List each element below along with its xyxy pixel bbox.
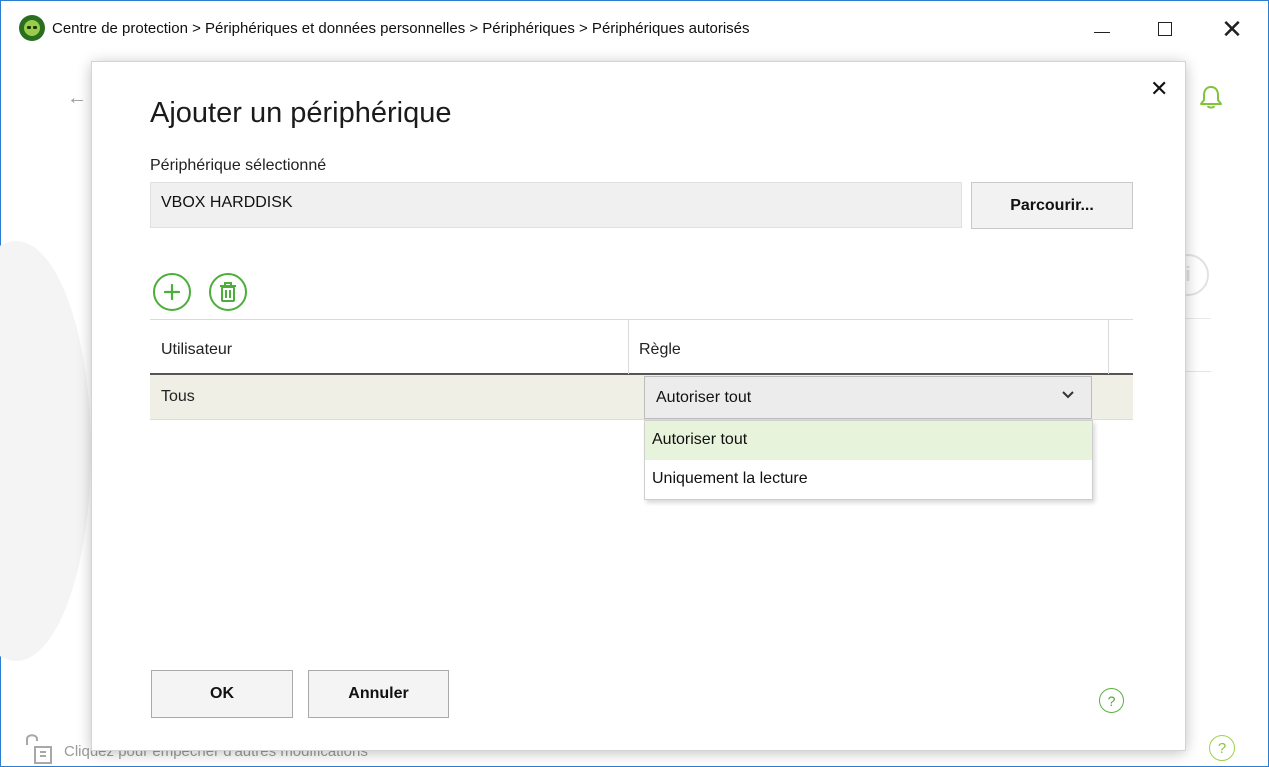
cancel-button[interactable]: Annuler xyxy=(308,670,449,718)
plus-icon xyxy=(163,283,181,301)
rules-table: Utilisateur Règle Tous Autoriser tout xyxy=(150,319,1133,420)
main-window: Centre de protection > Périphériques et … xyxy=(0,0,1269,767)
chevron-down-icon xyxy=(1062,391,1074,399)
rule-dropdown-menu: Autoriser tout Uniquement la lecture xyxy=(644,420,1093,500)
dialog-title: Ajouter un périphérique xyxy=(150,97,452,129)
back-arrow-icon[interactable]: ← xyxy=(67,87,87,110)
background-decoration xyxy=(0,241,91,661)
add-device-dialog: ✕ Ajouter un périphérique Périphérique s… xyxy=(92,62,1185,750)
minimize-button[interactable] xyxy=(1084,11,1120,47)
selected-device-label: Périphérique sélectionné xyxy=(150,157,327,174)
bell-icon[interactable] xyxy=(1197,83,1225,111)
rule-option-read-only[interactable]: Uniquement la lecture xyxy=(645,460,1092,499)
table-header: Utilisateur Règle xyxy=(150,319,1133,375)
window-close-button[interactable]: ✕ xyxy=(1214,11,1250,47)
rule-select[interactable]: Autoriser tout xyxy=(644,376,1092,419)
column-separator xyxy=(628,320,629,374)
column-separator xyxy=(1108,320,1109,374)
maximize-button[interactable] xyxy=(1147,11,1183,47)
table-row[interactable]: Tous Autoriser tout xyxy=(150,375,1133,420)
dialog-help-icon[interactable]: ? xyxy=(1099,688,1124,713)
row-user-cell: Tous xyxy=(161,388,195,405)
ok-button[interactable]: OK xyxy=(151,670,293,718)
app-logo-icon xyxy=(19,15,45,41)
delete-rule-button[interactable] xyxy=(209,273,247,311)
trash-icon xyxy=(220,282,236,302)
column-header-user[interactable]: Utilisateur xyxy=(161,341,232,359)
selected-device-field: VBOX HARDDISK xyxy=(150,182,962,228)
rule-select-value: Autoriser tout xyxy=(656,389,752,406)
column-header-rule[interactable]: Règle xyxy=(639,341,681,359)
help-icon[interactable]: ? xyxy=(1209,735,1235,761)
browse-button[interactable]: Parcourir... xyxy=(971,182,1133,229)
title-bar: Centre de protection > Périphériques et … xyxy=(1,1,1268,59)
rule-option-allow-all[interactable]: Autoriser tout xyxy=(645,421,1092,460)
dialog-close-button[interactable]: ✕ xyxy=(1150,76,1168,102)
add-rule-button[interactable] xyxy=(153,273,191,311)
lock-icon[interactable] xyxy=(23,731,57,765)
window-title: Centre de protection > Périphériques et … xyxy=(52,20,750,37)
